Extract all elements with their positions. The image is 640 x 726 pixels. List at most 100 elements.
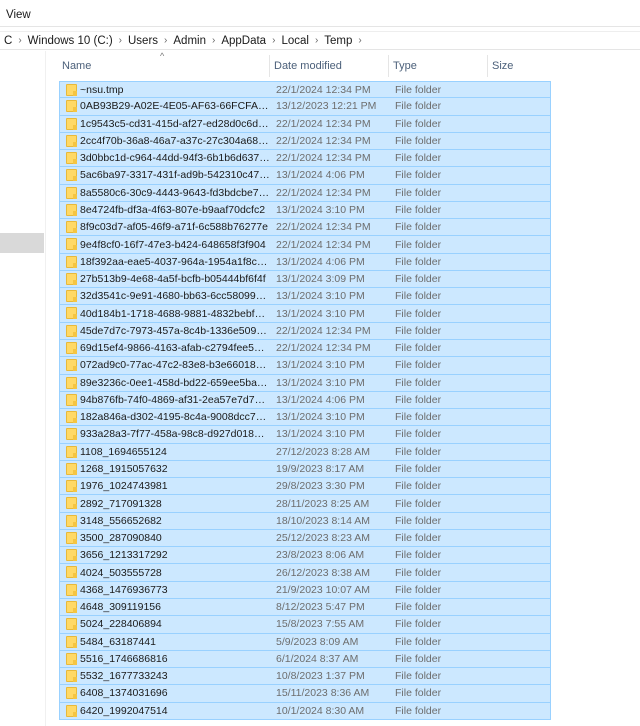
breadcrumb-item[interactable]: Users (128, 35, 158, 47)
file-row[interactable]: 4024_503555728 26/12/2023 8:38 AM File f… (59, 564, 551, 582)
breadcrumb-item[interactable]: Admin (173, 35, 206, 47)
chevron-right-icon[interactable]: › (212, 35, 215, 46)
file-date: 22/1/2024 12:34 PM (276, 117, 371, 130)
file-row[interactable]: 3148_556652682 18/10/2023 8:14 AM File f… (59, 512, 551, 530)
breadcrumb-item[interactable]: Local (281, 35, 309, 47)
file-date: 28/11/2023 8:25 AM (276, 497, 370, 510)
file-row[interactable]: 89e3236c-0ee1-458d-bd22-659ee5ba80ce 13/… (59, 374, 551, 392)
file-row[interactable]: 9e4f8cf0-16f7-47e3-b424-648658f3f904 22/… (59, 236, 551, 254)
navigation-pane (0, 51, 46, 726)
file-name: 5516_1746686816 (80, 652, 168, 665)
column-name[interactable]: Name (58, 55, 270, 77)
chevron-right-icon[interactable]: › (315, 35, 318, 46)
breadcrumb-item[interactable]: Windows 10 (C:) (28, 35, 113, 47)
file-row[interactable]: 4648_309119156 8/12/2023 5:47 PM File fo… (59, 598, 551, 617)
file-name: 45de7d7c-7973-457a-8c4b-1336e509605a (80, 324, 270, 337)
file-row[interactable]: 8a5580c6-30c9-4443-9643-fd3bdcbe7ef4 22/… (59, 184, 551, 202)
file-type: File folder (395, 618, 442, 631)
breadcrumb-item[interactable]: AppData (221, 35, 266, 47)
file-date: 25/12/2023 8:23 AM (276, 532, 370, 545)
file-type: File folder (395, 411, 442, 424)
file-name: 1108_1694655124 (80, 445, 167, 458)
file-date: 13/1/2024 3:10 PM (276, 290, 365, 303)
file-date: 19/9/2023 8:17 AM (276, 462, 365, 475)
file-row[interactable]: 3d0bbc1d-c964-44dd-94f3-6b1b6d63786d 22/… (59, 150, 551, 168)
column-type[interactable]: Type (389, 55, 488, 77)
file-row[interactable]: 1976_1024743981 29/8/2023 3:30 PM File f… (59, 478, 551, 496)
file-row[interactable]: 3500_287090840 25/12/2023 8:23 AM File f… (59, 529, 551, 548)
column-size[interactable]: Size (488, 55, 552, 77)
menu-view[interactable]: View (6, 9, 31, 21)
file-name: 8e4724fb-df3a-4f63-807e-b9aaf70dcfc2 (80, 203, 266, 216)
folder-icon (66, 687, 77, 700)
breadcrumb-item[interactable]: C (4, 35, 12, 47)
chevron-right-icon[interactable]: › (18, 35, 21, 46)
file-name: 40d184b1-1718-4688-9881-4832bebfeb49 (80, 307, 270, 320)
file-name: 3d0bbc1d-c964-44dd-94f3-6b1b6d63786d (80, 152, 270, 165)
file-row[interactable]: 1268_1915057632 19/9/2023 8:17 AM File f… (59, 460, 551, 479)
file-type: File folder (395, 480, 442, 493)
file-row[interactable]: 2cc4f70b-36a8-46a7-a37c-27c304a6853b 22/… (59, 132, 551, 151)
file-row[interactable]: 072ad9c0-77ac-47c2-83e8-b3e66018aabb 13/… (59, 357, 551, 375)
file-row[interactable]: 5516_1746686816 6/1/2024 8:37 AM File fo… (59, 650, 551, 669)
folder-icon (66, 531, 77, 544)
file-row[interactable]: 933a28a3-7f77-458a-98c8-d927d018af15 13/… (59, 426, 551, 444)
file-row[interactable]: 0AB93B29-A02E-4E05-AF63-66FCFA665D... 13… (59, 98, 551, 116)
file-row[interactable]: 1108_1694655124 27/12/2023 8:28 AM File … (59, 443, 551, 461)
file-row[interactable]: 40d184b1-1718-4688-9881-4832bebfeb49 13/… (59, 305, 551, 323)
chevron-right-icon[interactable]: › (119, 35, 122, 46)
file-row[interactable]: 3656_1213317292 23/8/2023 8:06 AM File f… (59, 547, 551, 565)
file-row[interactable]: 94b876fb-74f0-4869-af31-2ea57e7d7418 13/… (59, 391, 551, 410)
file-row[interactable]: 18f392aa-eae5-4037-964a-1954a1f8c096 13/… (59, 253, 551, 271)
chevron-right-icon[interactable]: › (358, 35, 361, 46)
breadcrumb-item[interactable]: Temp (324, 35, 352, 47)
folder-icon (66, 411, 77, 424)
file-type: File folder (395, 566, 442, 579)
nav-pane-selected-item[interactable] (0, 233, 44, 253)
folder-icon (66, 307, 77, 320)
file-date: 13/1/2024 3:10 PM (276, 376, 365, 389)
file-date: 29/8/2023 3:30 PM (276, 480, 365, 493)
folder-icon (66, 186, 77, 199)
file-row[interactable]: 27b513b9-4e68-4a5f-bcfb-b05444bf6f4f 13/… (59, 270, 551, 289)
chevron-right-icon[interactable]: › (272, 35, 275, 46)
address-bar[interactable]: C › Windows 10 (C:) › Users › Admin › AppData › Lo… (0, 31, 640, 50)
folder-icon (66, 100, 77, 113)
file-row[interactable]: 5ac6ba97-3317-431f-ad9b-542310c47a3b 13/… (59, 167, 551, 185)
folder-icon (66, 169, 77, 182)
file-row[interactable]: 2892_717091328 28/11/2023 8:25 AM File f… (59, 495, 551, 513)
file-name: 8f9c03d7-af05-46f9-a71f-6c588b76277e (80, 221, 268, 234)
file-type: File folder (395, 255, 442, 268)
folder-icon (66, 255, 77, 268)
file-row[interactable]: 45de7d7c-7973-457a-8c4b-1336e509605a 22/… (59, 322, 551, 340)
file-row[interactable]: 6420_1992047514 10/1/2024 8:30 AM File f… (59, 702, 551, 720)
file-name: 1976_1024743981 (80, 480, 168, 493)
folder-icon (66, 290, 77, 303)
file-date: 13/1/2024 3:10 PM (276, 203, 365, 216)
file-row[interactable]: 5484_63187441 5/9/2023 8:09 AM File fold… (59, 633, 551, 651)
file-type: File folder (395, 359, 442, 372)
file-row[interactable]: 1c9543c5-cd31-415d-af27-ed28d0c6d74a 22/… (59, 115, 551, 133)
file-date: 23/8/2023 8:06 AM (276, 549, 365, 562)
file-type: File folder (395, 117, 442, 130)
file-row[interactable]: ~nsu.tmp 22/1/2024 12:34 PM File folder (59, 81, 551, 99)
file-row[interactable]: 69d15ef4-9866-4163-afab-c2794fee51ab 22/… (59, 339, 551, 358)
file-type: File folder (395, 532, 442, 545)
folder-icon (66, 428, 77, 441)
file-row[interactable]: 6408_1374031696 15/11/2023 8:36 AM File … (59, 685, 551, 703)
file-row[interactable]: 4368_1476936773 21/9/2023 10:07 AM File … (59, 581, 551, 599)
file-row[interactable]: 182a846a-d302-4195-8c4a-9008dcc7ba7f 13/… (59, 409, 551, 427)
file-row[interactable]: 8f9c03d7-af05-46f9-a71f-6c588b76277e 22/… (59, 219, 551, 237)
file-name: 2cc4f70b-36a8-46a7-a37c-27c304a6853b (80, 134, 270, 147)
file-type: File folder (395, 186, 442, 199)
chevron-right-icon[interactable]: › (164, 35, 167, 46)
file-row[interactable]: 32d3541c-9e91-4680-bb63-6cc58099c217 13/… (59, 288, 551, 306)
file-row[interactable]: 8e4724fb-df3a-4f63-807e-b9aaf70dcfc2 13/… (59, 201, 551, 220)
file-row[interactable]: 5532_1677733243 10/8/2023 1:37 PM File f… (59, 668, 551, 686)
file-date: 18/10/2023 8:14 AM (276, 514, 370, 527)
file-type: File folder (395, 221, 442, 234)
file-list: ~nsu.tmp 22/1/2024 12:34 PM File folder … (59, 81, 551, 726)
file-row[interactable]: 5024_228406894 15/8/2023 7:55 AM File fo… (59, 616, 551, 634)
file-type: File folder (395, 203, 442, 216)
column-date-modified[interactable]: Date modified (270, 55, 389, 77)
